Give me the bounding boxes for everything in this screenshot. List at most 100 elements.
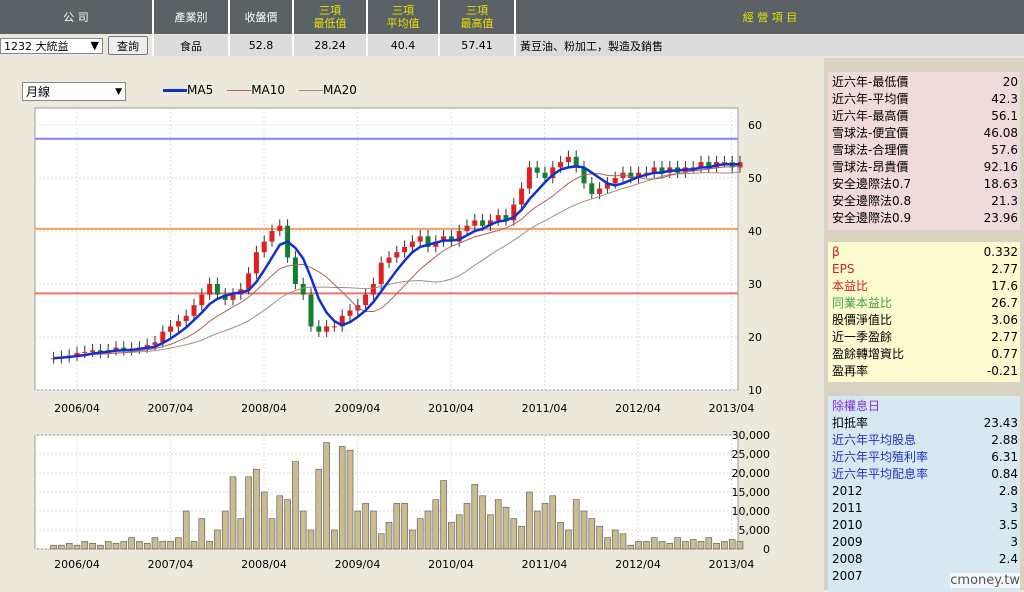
volume-bar xyxy=(674,537,681,550)
panel-value: 46.08 xyxy=(983,126,1018,140)
x-tick-label: 2012/04 xyxy=(615,402,661,415)
volume-bar xyxy=(237,518,245,550)
candle xyxy=(589,183,595,194)
panel-label: 安全邊際法0.8 xyxy=(832,194,912,208)
candle xyxy=(386,257,392,263)
panel-row: 除權息日 xyxy=(828,398,1020,415)
y-tick-label: 5,000 xyxy=(739,524,771,537)
panel-value: 20 xyxy=(1002,75,1018,89)
volume-bar xyxy=(362,503,369,550)
panel-row: 同業本益比 26.7 xyxy=(828,295,1020,312)
volume-bar xyxy=(299,510,307,550)
volume-bar xyxy=(627,544,635,550)
volume-bar xyxy=(253,468,260,550)
candle xyxy=(277,225,283,231)
volume-bar xyxy=(736,541,744,550)
volume-bar xyxy=(416,518,424,550)
panel-row: 近六年平均股息 2.88 xyxy=(828,432,1020,449)
panel-value: 17.6 xyxy=(991,279,1018,293)
candle xyxy=(183,315,189,322)
candle xyxy=(721,162,727,164)
volume-bar xyxy=(338,446,346,550)
panel-label: 除權息日 xyxy=(832,399,881,413)
candle xyxy=(402,246,408,253)
y-tick-label: 60 xyxy=(748,119,762,132)
volume-bar xyxy=(292,461,299,550)
panel-row: 2009 3 xyxy=(828,534,1020,551)
candle xyxy=(612,178,618,184)
y-tick-label: 10,000 xyxy=(732,505,771,518)
panel-value: 26.7 xyxy=(991,296,1018,310)
volume-bar xyxy=(409,529,416,550)
volume-bar xyxy=(97,544,104,550)
candle xyxy=(519,188,525,205)
panel-row: 安全邊際法0.9 23.96 xyxy=(828,210,1020,227)
panel-label: 盈餘轉增資比 xyxy=(832,347,905,361)
volume-bar xyxy=(526,491,533,550)
side-panel: 近六年-最低價 20 近六年-平均價 42.3 近六年-最高價 56.1 雪球法-便宜價 46… xyxy=(824,58,1024,592)
volume-bar xyxy=(440,480,447,550)
candle xyxy=(269,231,275,242)
panel-label: β xyxy=(832,245,840,259)
volume-bar xyxy=(557,522,564,550)
candle xyxy=(214,284,220,295)
volume-bar xyxy=(463,503,471,550)
volume-bar xyxy=(65,542,73,550)
x-tick-label: 2012/04 xyxy=(615,558,661,571)
panel-label: 近六年-最低價 xyxy=(832,75,909,89)
volume-bar xyxy=(370,510,377,550)
panel-label: 扣抵率 xyxy=(832,416,869,430)
candle xyxy=(230,294,236,300)
volume-bar xyxy=(658,541,666,550)
volume-bar xyxy=(650,537,658,550)
x-tick-label: 2009/04 xyxy=(335,558,381,571)
panel-row: 2012 2.8 xyxy=(828,483,1020,500)
volume-bar xyxy=(635,541,642,550)
volume-bar xyxy=(611,529,619,550)
volume-bar xyxy=(502,506,510,550)
panel-value: 21.3 xyxy=(991,194,1018,208)
watermark: cmoney.tw xyxy=(950,573,1020,588)
panel-value: 2.8 xyxy=(998,484,1018,498)
candle xyxy=(409,241,415,247)
y-tick-label: 20,000 xyxy=(732,467,771,480)
volume-bar xyxy=(331,529,338,550)
volume-bar xyxy=(541,503,549,550)
panel-label: 近六年-最高價 xyxy=(832,109,909,123)
volume-bar xyxy=(666,542,674,550)
y-tick-label: 30,000 xyxy=(732,429,771,442)
volume-bar xyxy=(175,537,182,550)
volume-bar xyxy=(689,539,697,550)
candle xyxy=(597,188,603,194)
volume-bar xyxy=(323,442,330,550)
panel-row: 扣抵率 23.43 xyxy=(828,415,1020,432)
candle xyxy=(82,351,88,353)
panel-value: 23.43 xyxy=(983,416,1018,430)
panel-value: 0.332 xyxy=(983,245,1018,259)
x-tick-label: 2010/04 xyxy=(428,558,474,571)
ratio-panel: β 0.332 EPS 2.77 本益比 17.6 同業本益比 26.7 股價淨值比 3.06 近一… xyxy=(828,242,1020,382)
candle xyxy=(534,167,540,173)
volume-bar xyxy=(104,541,112,550)
volume-bar xyxy=(346,449,354,550)
y-tick-label: 40 xyxy=(748,225,762,238)
volume-bar xyxy=(284,499,291,550)
panel-row: 盈餘轉增資比 0.77 xyxy=(828,346,1020,363)
panel-value: 2.4 xyxy=(998,552,1018,566)
x-tick-label: 2010/04 xyxy=(428,402,474,415)
volume-bar xyxy=(81,541,89,550)
panel-row: β 0.332 xyxy=(828,244,1020,261)
volume-bar xyxy=(713,542,720,550)
volume-bar xyxy=(206,541,213,550)
candle xyxy=(191,305,197,316)
volume-bar xyxy=(479,495,486,550)
panel-row: 雪球法-昂貴價 92.16 xyxy=(828,159,1020,176)
volume-bar xyxy=(401,503,408,550)
candle xyxy=(175,321,181,327)
x-tick-label: 2008/04 xyxy=(241,402,287,415)
candle xyxy=(628,172,634,178)
y-tick-label: 30 xyxy=(748,278,762,291)
x-tick-label: 2013/04 xyxy=(709,558,755,571)
candle xyxy=(526,167,532,189)
panel-label: 2012 xyxy=(832,484,863,498)
